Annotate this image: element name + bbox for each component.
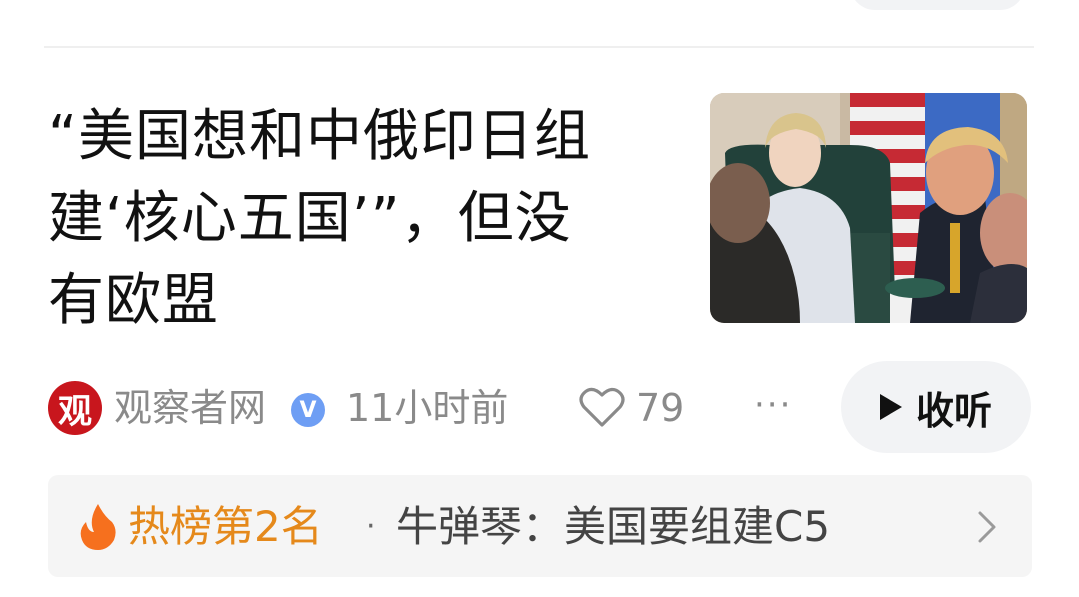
previous-card-button[interactable] (850, 0, 1025, 10)
more-options-button[interactable]: ··· (754, 380, 792, 430)
like-count: 79 (636, 386, 685, 430)
separator-dot: · (366, 509, 376, 544)
news-photo-icon (710, 93, 1027, 323)
listen-button[interactable]: 收听 (841, 361, 1031, 453)
hot-topic-text: 牛弹琴：美国要组建C5 (396, 502, 831, 551)
article-headline[interactable]: “美国想和中俄印日组 建‘核心五国’”，但没 有欧盟 (48, 96, 688, 342)
source-logo-icon[interactable]: 观 (48, 381, 102, 435)
article-thumbnail[interactable] (710, 93, 1027, 323)
flame-icon (80, 504, 116, 550)
card-divider (44, 46, 1034, 48)
chevron-right-icon[interactable] (976, 510, 998, 544)
headline-line: 有欧盟 (48, 268, 219, 333)
heart-icon[interactable] (578, 385, 626, 429)
headline-line: “美国想和中俄印日组 (48, 104, 592, 169)
hot-rank-label: 热榜第2名 (128, 502, 323, 551)
source-name[interactable]: 观察者网 (114, 383, 266, 433)
listen-label: 收听 (915, 388, 992, 433)
headline-line: 建‘核心五国’”，但没 (48, 186, 572, 251)
publish-time: 11小时前 (346, 386, 509, 430)
play-icon (879, 394, 902, 420)
verified-badge-icon: V (291, 393, 325, 427)
